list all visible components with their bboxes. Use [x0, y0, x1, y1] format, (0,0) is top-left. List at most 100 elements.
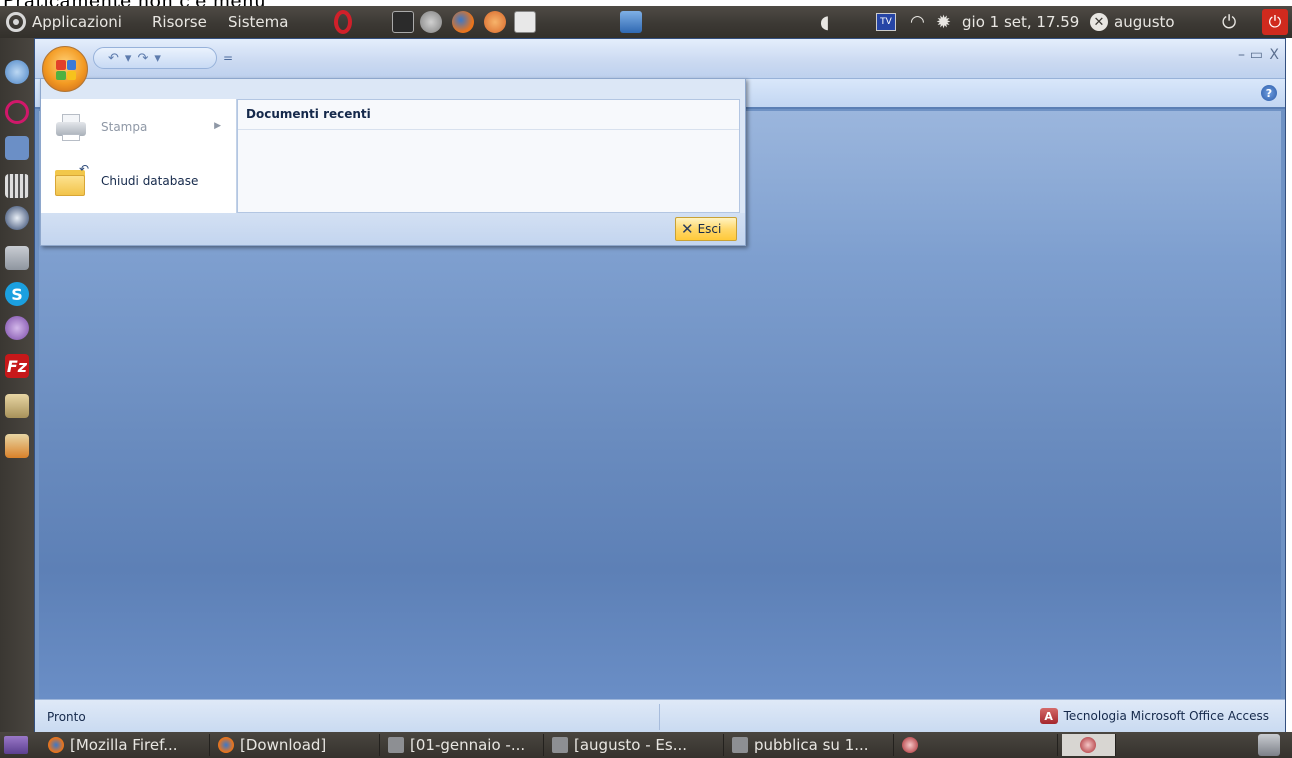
exit-button-label: Esci — [697, 222, 722, 236]
gnome-foot-icon — [6, 12, 26, 32]
recent-documents-panel: Documenti recenti — [237, 99, 740, 213]
menu-sistema[interactable]: Sistema — [228, 6, 288, 38]
menu-risorse[interactable]: Risorse — [152, 6, 207, 38]
session-menu[interactable]: ⏻ — [1222, 6, 1236, 38]
minimize-button[interactable]: – — [1238, 47, 1245, 63]
pidgin-icon[interactable] — [5, 316, 29, 340]
window-icon — [732, 737, 748, 753]
calculator-icon[interactable] — [5, 246, 29, 270]
undo-button[interactable]: ↶ — [108, 51, 119, 66]
volume-control[interactable]: ◖ — [820, 6, 829, 38]
pointer-tool-icon[interactable] — [5, 136, 29, 160]
office-menu-commands: Stampa ▶ ↶ Chiudi database — [41, 99, 237, 213]
title-bar: ↶ ▾ ↷ ▾ = – ▭ X — [35, 39, 1285, 79]
task-label: [01-gennaio -... — [410, 736, 526, 754]
show-desktop-icon[interactable] — [4, 736, 28, 754]
remote-desktop-launcher[interactable] — [620, 6, 642, 38]
office-menu-footer: ✕ Esci — [41, 213, 745, 245]
text-editor-icon — [514, 11, 536, 33]
folder-close-icon: ↶ — [53, 162, 89, 196]
filezilla-icon[interactable]: Fz — [5, 354, 29, 378]
user-status-icon: ✕ — [1090, 13, 1108, 31]
left-launcher: S Fz — [0, 38, 34, 732]
menu-item-stampa-label: Stampa — [101, 120, 148, 134]
exit-button[interactable]: ✕ Esci — [675, 217, 737, 241]
recent-documents-divider — [238, 129, 739, 130]
opera-launcher[interactable] — [334, 6, 352, 38]
help-button[interactable]: ? — [1261, 85, 1277, 101]
sun-icon: ✹ — [936, 11, 952, 33]
snail-icon — [484, 11, 506, 33]
wifi-indicator[interactable]: ◠ — [910, 6, 925, 38]
office-button[interactable] — [42, 46, 88, 92]
window-icon — [388, 737, 404, 753]
menu-item-chiudi-database-label: Chiudi database — [101, 174, 199, 188]
window-icon — [552, 737, 568, 753]
user-switcher[interactable]: ✕ augusto — [1090, 6, 1175, 38]
submenu-arrow-icon: ▶ — [214, 121, 221, 131]
applications-menu[interactable]: Applicazioni — [6, 6, 122, 38]
bottom-taskbar: [Mozilla Firef... [Download] [01-gennaio… — [0, 732, 1292, 758]
weather-indicator[interactable]: ✹ — [936, 6, 951, 38]
office-menu: Stampa ▶ ↶ Chiudi database Documenti rec… — [40, 78, 746, 246]
task-label: pubblica su 1... — [754, 736, 869, 754]
access-logo-icon: A — [1039, 708, 1058, 724]
menu-item-chiudi-database[interactable]: ↶ Chiudi database — [53, 161, 231, 201]
redo-button[interactable]: ↷ — [137, 51, 148, 66]
firefox-icon — [218, 737, 234, 753]
snail-launcher[interactable] — [484, 6, 506, 38]
terminal-launcher[interactable] — [392, 6, 414, 38]
recent-documents-title: Documenti recenti — [246, 107, 371, 121]
task-label: [Download] — [240, 736, 327, 754]
wifi-icon: ◠ — [910, 12, 925, 32]
skype-icon[interactable]: S — [5, 282, 29, 306]
task-01-gennaio[interactable]: [01-gennaio -... — [384, 734, 544, 756]
task-augusto[interactable]: [augusto - Es... — [548, 734, 724, 756]
power-icon: ⏻ — [1222, 11, 1237, 33]
tv-applet[interactable]: TV — [876, 6, 896, 38]
firefox-icon — [48, 737, 64, 753]
undo-dropdown[interactable]: ▾ — [125, 51, 132, 66]
graduation-icon[interactable] — [5, 206, 29, 230]
menu-applicazioni[interactable]: Applicazioni — [32, 13, 122, 31]
settings-launcher[interactable] — [420, 6, 442, 38]
office-logo-icon — [56, 60, 76, 80]
clock[interactable]: gio 1 set, 17.59 — [962, 6, 1079, 38]
printer-icon — [53, 112, 87, 142]
status-divider — [659, 704, 660, 730]
wine-icon — [902, 737, 918, 753]
username: augusto — [1114, 13, 1175, 31]
speaker-icon: ◖ — [820, 11, 830, 33]
menu-item-stampa[interactable]: Stampa ▶ — [53, 107, 231, 147]
exit-icon: ✕ — [681, 220, 694, 238]
keyboard-icon[interactable] — [5, 174, 29, 198]
terminal-icon — [392, 11, 414, 33]
redo-dropdown[interactable]: ▾ — [154, 51, 161, 66]
task-label: [augusto - Es... — [574, 736, 687, 754]
remote-desktop-icon — [620, 11, 642, 33]
close-button[interactable]: X — [1269, 47, 1279, 63]
shutdown-icon: ⏻ — [1262, 9, 1288, 35]
top-panel: Applicazioni Risorse Sistema ◖ TV ◠ ✹ gi… — [0, 6, 1292, 38]
task-pubblica[interactable]: pubblica su 1... — [728, 734, 894, 756]
customize-qat-button[interactable]: = — [223, 51, 233, 65]
task-wine[interactable] — [898, 734, 1058, 756]
task-firefox[interactable]: [Mozilla Firef... — [44, 734, 210, 756]
status-bar: Pronto A Tecnologia Microsoft Office Acc… — [35, 699, 1285, 733]
upload-archive-icon[interactable] — [5, 434, 29, 458]
tv-icon: TV — [876, 13, 896, 31]
task-download[interactable]: [Download] — [214, 734, 380, 756]
trash-icon[interactable] — [1258, 734, 1280, 756]
chromium-icon[interactable] — [5, 60, 29, 84]
editor-launcher[interactable] — [514, 6, 536, 38]
task-wine-active[interactable] — [1062, 734, 1116, 756]
download-archive-icon[interactable] — [5, 394, 29, 418]
task-label: [Mozilla Firef... — [70, 736, 178, 754]
gears-icon — [420, 11, 442, 33]
firefox-icon — [452, 11, 474, 33]
restore-button[interactable]: ▭ — [1250, 47, 1263, 63]
opera-icon[interactable] — [5, 100, 29, 124]
shutdown-button[interactable]: ⏻ — [1262, 6, 1288, 38]
firefox-launcher[interactable] — [452, 6, 474, 38]
branding-text: Tecnologia Microsoft Office Access — [1063, 709, 1269, 723]
